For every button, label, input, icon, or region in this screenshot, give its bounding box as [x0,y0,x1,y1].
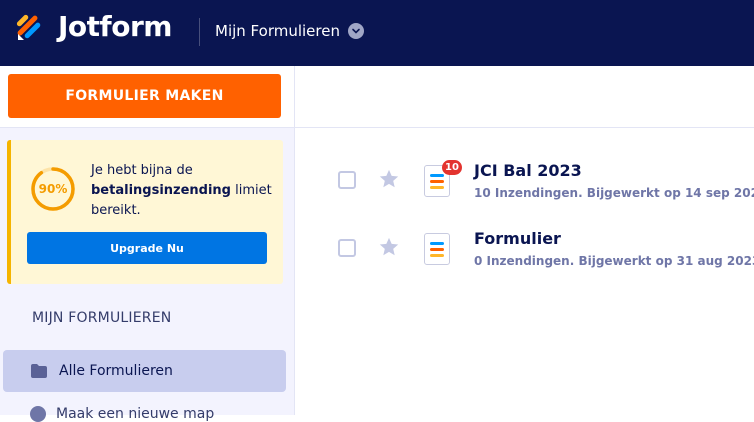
create-folder-link[interactable]: Maak een nieuwe map [30,406,214,422]
form-row[interactable]: Formulier 0 Inzendingen. Bijgewerkt op 3… [295,229,754,309]
form-meta: 10 Inzendingen. Bijgewerkt op 14 sep 202… [474,186,754,200]
sidebar-item-label: Alle Formulieren [59,363,173,379]
chevron-down-icon [347,23,364,39]
sidebar: FORMULIER MAKEN 90% Je hebt bijna de bet… [0,66,295,422]
form-title[interactable]: Formulier [474,229,561,248]
limit-warning-text-pre: Je hebt bijna de [91,163,193,178]
submission-count-badge: 10 [442,160,462,175]
header-divider [199,18,200,46]
form-checkbox[interactable] [338,239,356,257]
jotform-logo-icon[interactable] [14,12,46,44]
logo-wordmark[interactable]: Jotform [58,10,172,43]
star-icon[interactable] [378,168,400,190]
sidebar-item-all-forms[interactable]: Alle Formulieren [3,350,286,392]
form-meta: 0 Inzendingen. Bijgewerkt op 31 aug 2023 [474,254,754,268]
my-forms-menu[interactable]: Mijn Formulieren [215,22,364,40]
my-forms-section-title: MIJN FORMULIEREN [32,310,172,326]
create-folder-label: Maak een nieuwe map [56,406,215,422]
limit-warning-text: Je hebt bijna de betalingsinzending limi… [91,161,276,221]
star-icon[interactable] [378,236,400,258]
folder-icon [31,364,47,378]
form-title[interactable]: JCI Bal 2023 [474,161,582,180]
usage-percent: 90% [38,182,68,196]
create-form-button[interactable]: FORMULIER MAKEN [8,74,281,118]
plus-circle-icon [30,406,46,422]
my-forms-menu-label: Mijn Formulieren [215,22,340,40]
limit-warning-text-bold: betalingsinzending [91,183,231,198]
top-bar: Jotform Mijn Formulieren [0,0,754,66]
form-checkbox[interactable] [338,171,356,189]
limit-warning-card: 90% Je hebt bijna de betalingsinzending … [7,140,283,284]
form-icon [424,233,450,265]
upgrade-button[interactable]: Upgrade Nu [27,232,267,264]
sidebar-top: FORMULIER MAKEN [0,66,294,128]
main-toolbar [295,66,754,128]
